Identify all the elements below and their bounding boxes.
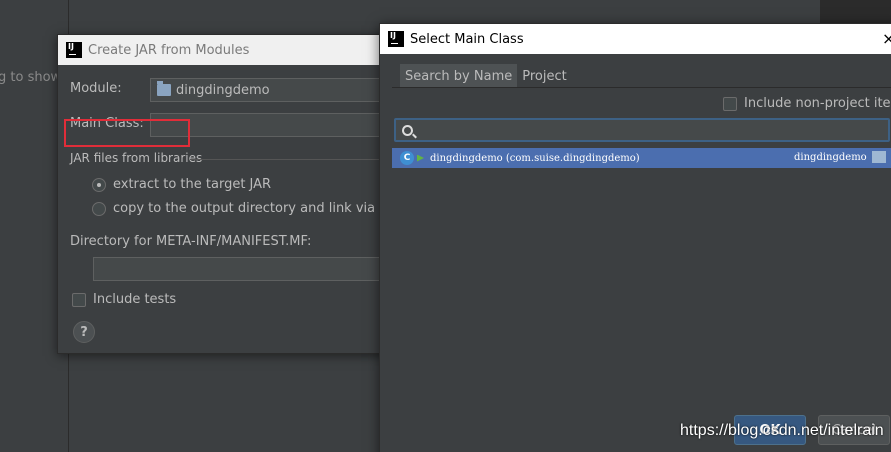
include-nonproject-option[interactable]: Include non-project items <box>723 96 891 111</box>
result-class-name: dingdingdemo <box>430 152 503 164</box>
intellij-logo-icon: IJ <box>388 31 404 47</box>
search-icon <box>402 124 413 136</box>
module-label: Module: <box>70 81 122 96</box>
main-class-highlight-annotation <box>64 119 190 147</box>
result-package: (com.suise.dingdingdemo) <box>505 152 640 164</box>
radio-checked-icon[interactable] <box>92 177 106 192</box>
result-module-name: dingdingdemo <box>794 152 867 163</box>
main-dialog-titlebar[interactable]: IJ Select Main Class × <box>380 24 891 54</box>
run-marker-icon <box>417 154 424 162</box>
tab-divider <box>392 87 891 88</box>
intellij-logo-icon: IJ <box>66 42 82 58</box>
radio-extract-option[interactable]: extract to the target JAR <box>92 177 271 192</box>
include-tests-option[interactable]: Include tests <box>72 292 176 307</box>
radio-extract-label: extract to the target JAR <box>113 177 272 192</box>
class-search-input[interactable] <box>394 118 890 142</box>
help-button[interactable]: ? <box>73 321 95 343</box>
module-folder-icon <box>157 81 171 96</box>
module-folder-icon <box>872 151 886 163</box>
list-item[interactable]: C dingdingdemo (com.suise.dingdingdemo) … <box>392 148 891 168</box>
search-tabs: Search by Name Project <box>400 64 572 88</box>
class-icon: C <box>400 151 414 165</box>
background-hint-text: g to show <box>0 70 62 85</box>
module-select-value: dingdingdemo <box>176 82 270 98</box>
radio-copy-option[interactable]: copy to the output directory and link vi… <box>92 201 412 216</box>
tab-search-by-name[interactable]: Search by Name <box>400 64 518 88</box>
tab-project[interactable]: Project <box>517 64 571 88</box>
jar-files-section-label: JAR files from libraries <box>70 151 203 165</box>
close-icon[interactable]: × <box>882 29 891 48</box>
radio-copy-label: copy to the output directory and link vi… <box>113 201 412 216</box>
manifest-directory-label: Directory for META-INF/MANIFEST.MF: <box>70 234 312 249</box>
radio-unchecked-icon[interactable] <box>92 201 106 216</box>
include-nonproject-checkbox[interactable] <box>723 96 737 111</box>
select-main-class-dialog: IJ Select Main Class × Search by Name Pr… <box>379 23 891 452</box>
include-tests-checkbox[interactable] <box>72 292 86 307</box>
include-tests-label: Include tests <box>93 292 177 307</box>
include-nonproject-label: Include non-project items <box>744 96 891 111</box>
watermark-text: https://blog.csdn.net/intelrain <box>680 422 884 439</box>
jar-dialog-title: Create JAR from Modules <box>88 42 250 58</box>
main-dialog-title: Select Main Class <box>410 31 524 47</box>
